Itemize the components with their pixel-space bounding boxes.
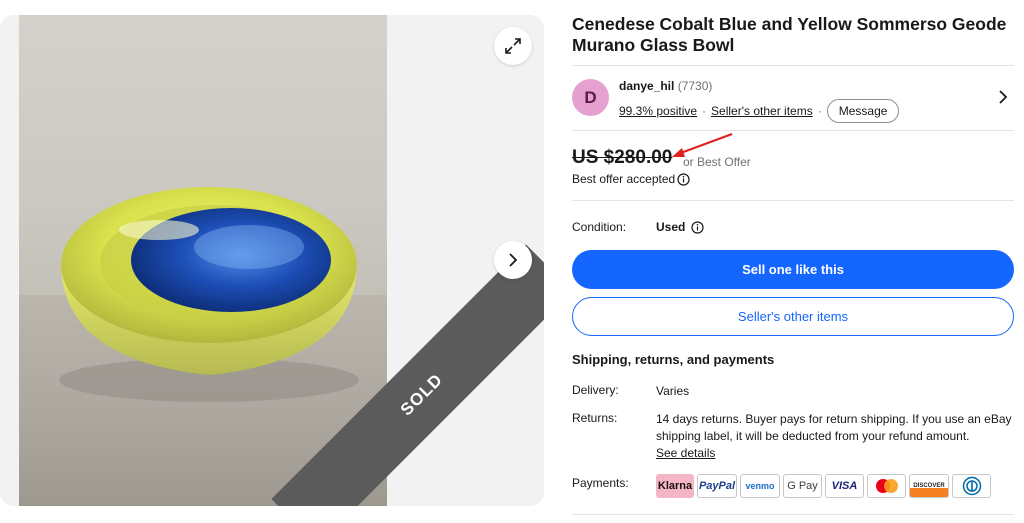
chevron-right-icon[interactable] <box>998 90 1008 104</box>
returns-label: Returns: <box>572 411 618 425</box>
diners-club-logo <box>962 476 981 496</box>
seller-name-line: danye_hil (7730) <box>619 79 712 93</box>
seller-positive-link[interactable]: 99.3% positive <box>619 104 697 118</box>
chevron-right-icon <box>509 253 518 267</box>
sellers-other-items-button[interactable]: Seller's other items <box>572 297 1014 336</box>
shipping-heading: Shipping, returns, and payments <box>572 352 775 367</box>
returns-text: 14 days returns. Buyer pays for return s… <box>656 412 1012 443</box>
seller-card[interactable]: D danye_hil (7730) 99.3% positive · Sell… <box>572 65 1014 131</box>
expand-button[interactable] <box>494 27 532 65</box>
mastercard-logo <box>875 479 898 493</box>
delivery-value: Varies <box>656 384 690 398</box>
seller-avatar[interactable]: D <box>572 79 609 116</box>
visa-icon: VISA <box>825 474 864 498</box>
divider <box>572 514 1014 515</box>
best-offer-accepted: Best offer accepted <box>572 172 690 186</box>
glass-bowl-illustration <box>59 187 359 402</box>
klarna-icon: Klarna <box>656 474 694 498</box>
mastercard-icon <box>867 474 906 498</box>
diners-club-icon <box>952 474 991 498</box>
google-pay-icon: G Pay <box>783 474 822 498</box>
seller-feedback-count: (7730) <box>677 79 713 93</box>
divider <box>572 200 1014 201</box>
sold-label: SOLD <box>396 369 447 420</box>
product-photo[interactable] <box>19 15 387 506</box>
price-struck: US $280.00 <box>572 147 673 168</box>
discover-icon: DISCOVER <box>909 474 949 498</box>
expand-icon <box>505 38 521 54</box>
condition-value: Used <box>656 220 704 234</box>
seller-other-items-link[interactable]: Seller's other items <box>711 104 813 118</box>
paypal-icon: PayPal <box>697 474 737 498</box>
payments-label: Payments: <box>572 476 629 490</box>
annotation-arrow-icon <box>672 132 733 157</box>
seller-links: 99.3% positive · Seller's other items · … <box>619 99 900 123</box>
seller-name[interactable]: danye_hil <box>619 79 674 93</box>
listing-title: Cenedese Cobalt Blue and Yellow Sommerso… <box>572 14 1007 55</box>
condition-label: Condition: <box>572 220 627 234</box>
sell-one-like-this-button[interactable]: Sell one like this <box>572 250 1014 289</box>
see-details-link[interactable]: See details <box>656 446 715 460</box>
separator-dot: · <box>702 104 707 118</box>
info-icon[interactable] <box>691 220 704 234</box>
separator-dot: · <box>817 104 822 118</box>
image-gallery: SOLD <box>0 15 544 506</box>
best-offer-accepted-text: Best offer accepted <box>572 172 676 186</box>
delivery-label: Delivery: <box>572 383 619 397</box>
message-button[interactable]: Message <box>826 99 900 123</box>
returns-value: 14 days returns. Buyer pays for return s… <box>656 411 1014 462</box>
next-image-button[interactable] <box>494 241 532 279</box>
payment-methods: Klarna PayPal venmo G Pay VISA DISCOVER <box>656 474 991 498</box>
venmo-icon: venmo <box>740 474 780 498</box>
condition-value-text: Used <box>656 220 686 234</box>
info-icon[interactable] <box>677 172 690 186</box>
